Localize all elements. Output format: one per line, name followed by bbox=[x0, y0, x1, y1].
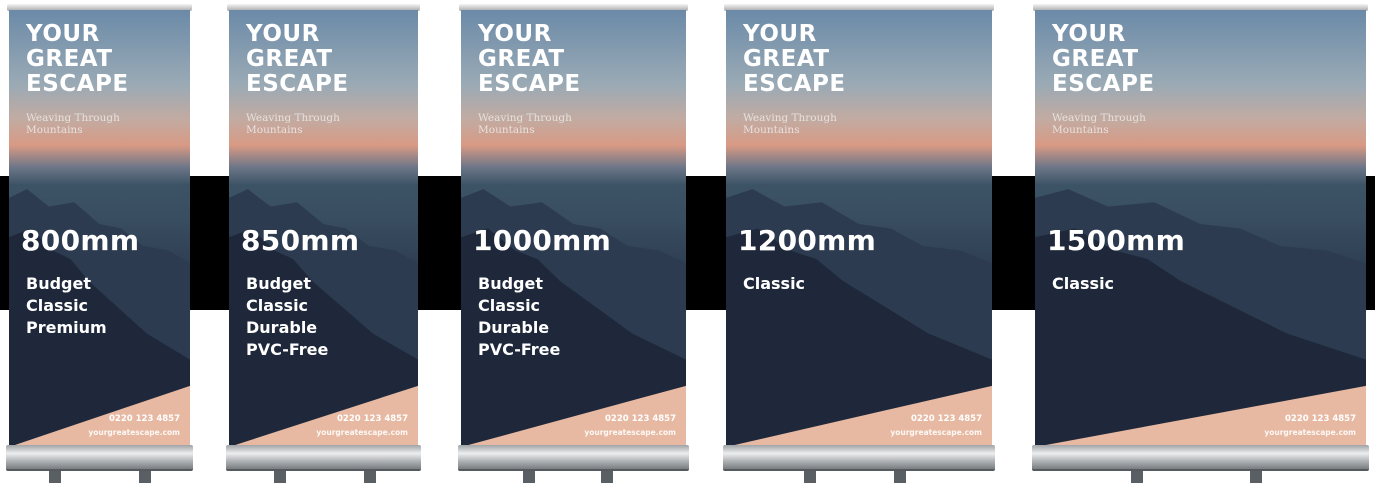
size-label: 800mm bbox=[21, 224, 140, 257]
banner-subtitle: Weaving Through Mountains bbox=[26, 112, 120, 136]
banner-graphic: YOUR GREAT ESCAPE Weaving Through Mounta… bbox=[461, 10, 686, 447]
stand-base bbox=[458, 445, 689, 471]
banner-headline: YOUR GREAT ESCAPE bbox=[478, 21, 581, 97]
stand-foot bbox=[274, 471, 286, 483]
size-label: 850mm bbox=[241, 224, 360, 257]
phone-number: 0220 123 4857 bbox=[1285, 414, 1356, 424]
banner-subtitle: Weaving Through Mountains bbox=[478, 112, 572, 136]
banner-graphic: YOUR GREAT ESCAPE Weaving Through Mounta… bbox=[229, 10, 418, 447]
banner-headline: YOUR GREAT ESCAPE bbox=[26, 21, 129, 97]
website-url: yourgreatescape.com bbox=[1264, 428, 1356, 437]
website-url: yourgreatescape.com bbox=[88, 428, 180, 437]
stand-foot bbox=[49, 471, 61, 483]
variant-list: Budget Classic Durable PVC-Free bbox=[246, 273, 328, 361]
stand-foot bbox=[364, 471, 376, 483]
size-label: 1000mm bbox=[473, 224, 612, 257]
variant-list: Budget Classic Premium bbox=[26, 273, 107, 339]
banner-stand-1000mm[interactable]: YOUR GREAT ESCAPE Weaving Through Mounta… bbox=[458, 0, 689, 483]
website-url: yourgreatescape.com bbox=[316, 428, 408, 437]
banner-headline: YOUR GREAT ESCAPE bbox=[1052, 21, 1155, 97]
stand-base bbox=[6, 445, 193, 471]
size-label: 1500mm bbox=[1047, 224, 1186, 257]
size-label: 1200mm bbox=[738, 224, 877, 257]
stand-base bbox=[723, 445, 995, 471]
variant-item: PVC-Free bbox=[478, 340, 561, 359]
variant-item: PVC-Free bbox=[246, 340, 329, 359]
banner-stand-800mm[interactable]: YOUR GREAT ESCAPE Weaving Through Mounta… bbox=[6, 0, 193, 483]
phone-number: 0220 123 4857 bbox=[911, 414, 982, 424]
variant-item: Classic bbox=[246, 296, 309, 315]
stand-foot bbox=[1131, 471, 1143, 483]
variant-list: Budget Classic Durable PVC-Free bbox=[478, 273, 560, 361]
banner-subtitle: Weaving Through Mountains bbox=[743, 112, 837, 136]
website-url: yourgreatescape.com bbox=[584, 428, 676, 437]
variant-item: Premium bbox=[26, 318, 107, 337]
phone-number: 0220 123 4857 bbox=[109, 414, 180, 424]
banner-graphic: YOUR GREAT ESCAPE Weaving Through Mounta… bbox=[9, 10, 190, 447]
variant-item: Classic bbox=[1052, 274, 1115, 293]
variant-item: Classic bbox=[743, 274, 806, 293]
stand-base bbox=[226, 445, 421, 471]
phone-number: 0220 123 4857 bbox=[337, 414, 408, 424]
variant-item: Classic bbox=[26, 296, 89, 315]
variant-item: Classic bbox=[478, 296, 541, 315]
banner-graphic: YOUR GREAT ESCAPE Weaving Through Mounta… bbox=[1035, 10, 1366, 447]
banner-headline: YOUR GREAT ESCAPE bbox=[246, 21, 349, 97]
stand-base bbox=[1032, 445, 1369, 471]
variant-item: Durable bbox=[478, 318, 550, 337]
website-url: yourgreatescape.com bbox=[890, 428, 982, 437]
stand-foot bbox=[894, 471, 906, 483]
variant-list: Classic bbox=[743, 273, 805, 295]
banner-subtitle: Weaving Through Mountains bbox=[1052, 112, 1146, 136]
stand-foot bbox=[804, 471, 816, 483]
stand-foot bbox=[601, 471, 613, 483]
banner-headline: YOUR GREAT ESCAPE bbox=[743, 21, 846, 97]
variant-item: Budget bbox=[26, 274, 91, 293]
banner-stand-1200mm[interactable]: YOUR GREAT ESCAPE Weaving Through Mounta… bbox=[723, 0, 995, 483]
variant-item: Durable bbox=[246, 318, 318, 337]
phone-number: 0220 123 4857 bbox=[605, 414, 676, 424]
banner-graphic: YOUR GREAT ESCAPE Weaving Through Mounta… bbox=[726, 10, 992, 447]
variant-list: Classic bbox=[1052, 273, 1114, 295]
stand-foot bbox=[139, 471, 151, 483]
variant-item: Budget bbox=[478, 274, 543, 293]
variant-item: Budget bbox=[246, 274, 311, 293]
stand-foot bbox=[523, 471, 535, 483]
banner-stand-850mm[interactable]: YOUR GREAT ESCAPE Weaving Through Mounta… bbox=[226, 0, 421, 483]
banner-subtitle: Weaving Through Mountains bbox=[246, 112, 340, 136]
banner-stand-1500mm[interactable]: YOUR GREAT ESCAPE Weaving Through Mounta… bbox=[1032, 0, 1369, 483]
stand-foot bbox=[1250, 471, 1262, 483]
